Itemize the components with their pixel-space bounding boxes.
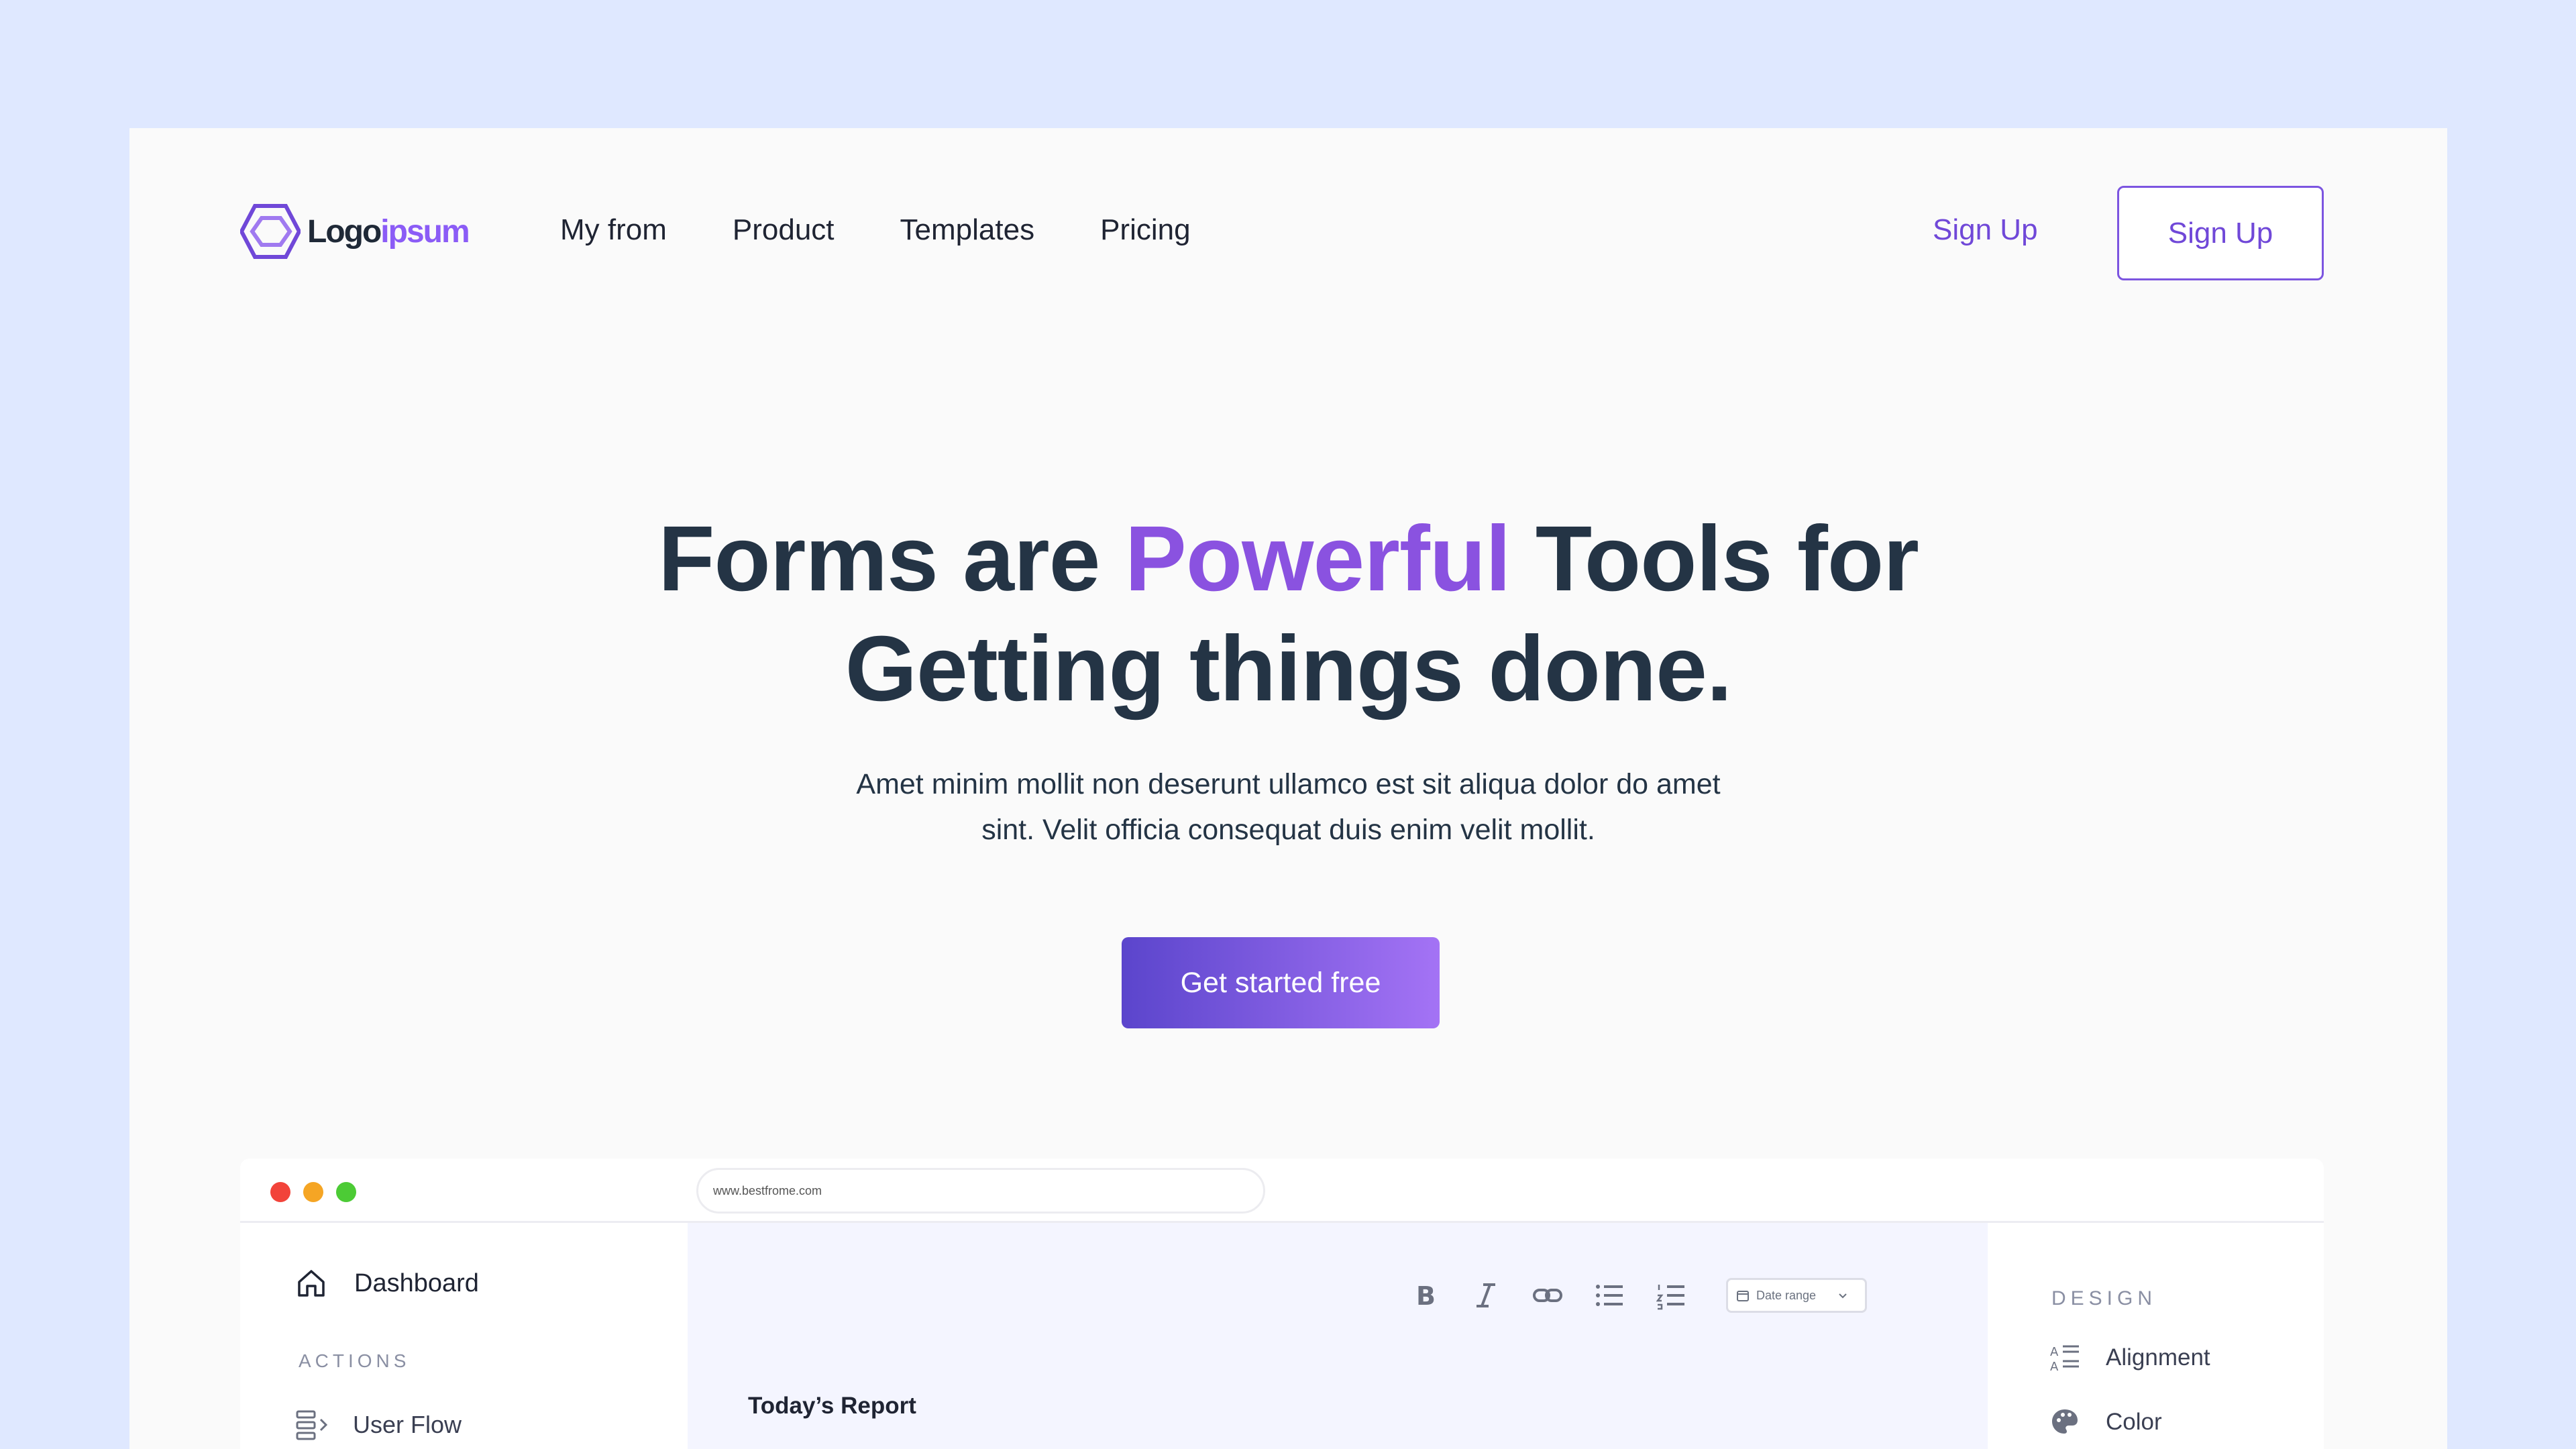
svg-text:A: A: [2050, 1345, 2059, 1359]
home-icon: [298, 1270, 325, 1297]
minimize-dot-icon: [303, 1182, 323, 1202]
logo-text: Logoipsum: [307, 213, 470, 250]
hero-title: Forms are Powerful Tools for Getting thi…: [658, 507, 1919, 720]
top-nav: Logoipsum My from Product Templates Pric…: [129, 128, 2447, 336]
sidebar-item-dashboard[interactable]: Dashboard: [295, 1267, 479, 1299]
report-title: Today’s Report: [748, 1393, 916, 1419]
mock-main-area: B Date range Today’s Report: [688, 1223, 1988, 1449]
palette-icon: [2052, 1409, 2078, 1434]
design-panel: DESIGN A A Alignment Color: [1988, 1223, 2324, 1449]
design-section-label: DESIGN: [2051, 1287, 2157, 1309]
design-item-label: Color: [2106, 1409, 2162, 1435]
nav-links: My from Product Templates Pricing: [560, 210, 1256, 250]
italic-icon[interactable]: [1467, 1277, 1505, 1314]
sidebar-item-user-flow[interactable]: User Flow: [295, 1409, 462, 1441]
hero-subtitle: Amet minim mollit non deserunt ullamco e…: [856, 768, 1721, 846]
bold-icon[interactable]: B: [1405, 1277, 1443, 1314]
sidebar-section-label: ACTIONS: [299, 1350, 411, 1371]
design-item-color[interactable]: Color: [2049, 1407, 2162, 1438]
browser-bar: www.bestfrome.com: [240, 1159, 2324, 1223]
signup-button[interactable]: Sign Up: [2117, 186, 2324, 280]
numbered-list-icon[interactable]: [1652, 1277, 1690, 1314]
calendar-icon: [1737, 1291, 1749, 1301]
logo-hexagon-icon: [240, 204, 301, 259]
nav-link-templates[interactable]: Templates: [900, 210, 1035, 250]
user-flow-icon: [296, 1410, 328, 1440]
landing-page: Logoipsum My from Product Templates Pric…: [129, 128, 2447, 1449]
close-dot-icon: [270, 1182, 290, 1202]
bullet-list-icon[interactable]: [1591, 1277, 1628, 1314]
app-mockup: www.bestfrome.com Dashboard ACTIONS User…: [240, 1159, 2324, 1449]
alignment-icon: A A: [2050, 1345, 2079, 1373]
svg-text:B: B: [1416, 1281, 1436, 1310]
maximize-dot-icon: [336, 1182, 356, 1202]
sidebar-item-label: Dashboard: [354, 1269, 479, 1297]
chevron-down-icon: [1839, 1293, 1847, 1299]
format-toolbar: B Date range: [1405, 1277, 1867, 1314]
date-range-select[interactable]: Date range: [1726, 1278, 1867, 1313]
sidebar-item-label: User Flow: [353, 1411, 462, 1438]
mock-sidebar: Dashboard ACTIONS User Flow: [240, 1223, 688, 1449]
design-item-alignment[interactable]: A A Alignment: [2049, 1342, 2210, 1373]
signup-link[interactable]: Sign Up: [1933, 210, 2038, 250]
design-item-label: Alignment: [2106, 1344, 2210, 1371]
link-icon[interactable]: [1529, 1277, 1566, 1314]
get-started-button[interactable]: Get started free: [1122, 937, 1440, 1028]
logo[interactable]: Logoipsum: [240, 203, 470, 260]
url-bar[interactable]: www.bestfrome.com: [696, 1168, 1265, 1214]
nav-link-pricing[interactable]: Pricing: [1100, 210, 1191, 250]
hero: Forms are Powerful Tools for Getting thi…: [129, 504, 2447, 853]
nav-link-product[interactable]: Product: [733, 210, 835, 250]
date-range-label: Date range: [1756, 1288, 1817, 1302]
svg-text:A: A: [2050, 1360, 2059, 1373]
nav-link-my-from[interactable]: My from: [560, 210, 667, 250]
